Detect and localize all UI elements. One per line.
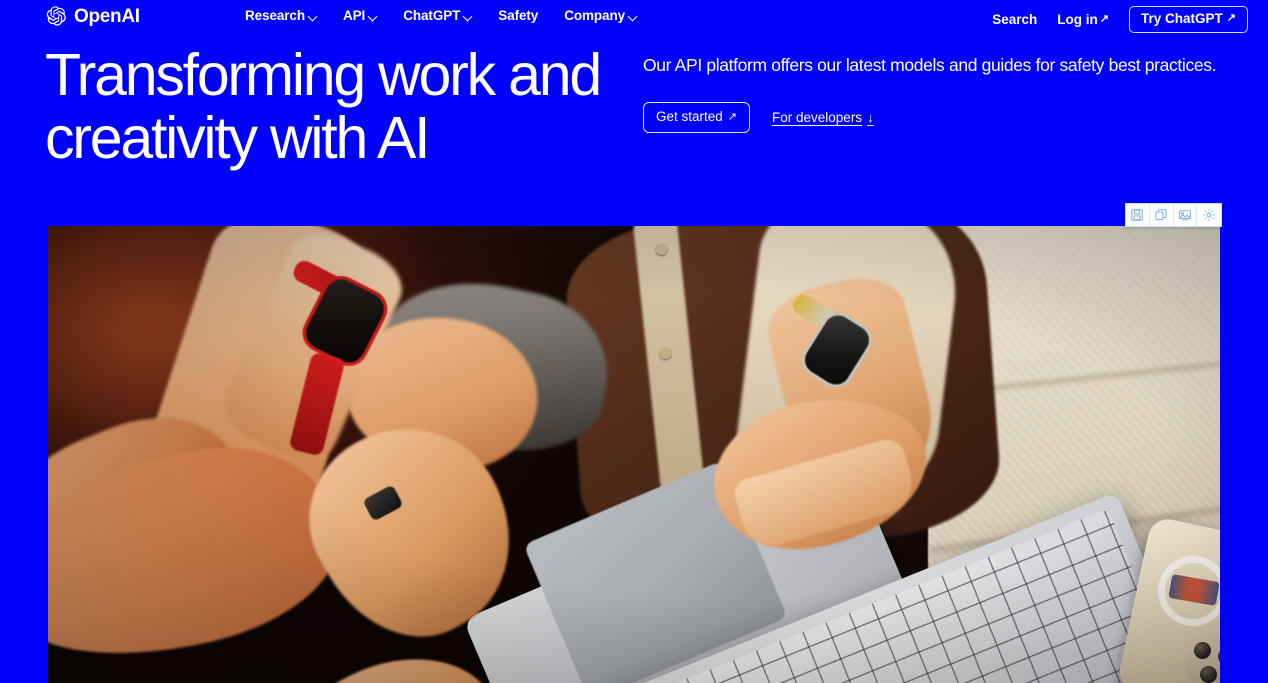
copy-button[interactable] — [1150, 204, 1174, 226]
nav-item-label: Safety — [498, 8, 539, 23]
nav-item-chatgpt[interactable]: ChatGPT — [403, 9, 472, 23]
nav-item-label: Research — [245, 8, 305, 23]
image-button[interactable] — [1174, 204, 1198, 226]
login-label: Log in — [1057, 11, 1098, 27]
photo-shirt-button — [660, 348, 671, 359]
photo-camera-lens — [1200, 666, 1217, 683]
openai-blossom-icon — [45, 5, 67, 27]
settings-icon — [1202, 208, 1216, 222]
hero-copy-block: Our API platform offers our latest model… — [643, 54, 1223, 133]
page-title: Transforming work and creativity with AI — [45, 42, 602, 171]
chevron-down-icon — [308, 12, 317, 21]
for-developers-link[interactable]: For developers ↓ — [772, 111, 874, 125]
nav-item-company[interactable]: Company — [564, 9, 637, 23]
chevron-down-icon — [368, 12, 377, 21]
login-link[interactable]: Log in ↗ — [1057, 11, 1110, 27]
image-icon — [1178, 208, 1192, 222]
save-icon — [1130, 208, 1144, 222]
nav-item-research[interactable]: Research — [245, 9, 317, 23]
for-developers-label: For developers — [772, 109, 863, 125]
nav-item-safety[interactable]: Safety — [498, 9, 538, 23]
arrow-up-right-icon: ↗ — [727, 110, 738, 123]
brand-name: OpenAI — [74, 5, 140, 27]
arrow-up-right-icon: ↗ — [1099, 12, 1110, 25]
hero-subtitle: Our API platform offers our latest model… — [643, 55, 1217, 75]
try-chatgpt-button[interactable]: Try ChatGPT ↗ — [1129, 6, 1248, 33]
image-toolbar — [1125, 203, 1222, 227]
arrow-up-right-icon: ↗ — [1226, 12, 1236, 25]
arrow-down-icon: ↓ — [867, 110, 874, 126]
chevron-down-icon — [463, 12, 472, 21]
nav-item-label: ChatGPT — [403, 8, 461, 23]
nav-item-label: API — [343, 8, 366, 23]
brand-logo-link[interactable]: OpenAI — [45, 5, 140, 27]
copy-icon — [1154, 208, 1168, 222]
site-navigation: OpenAI Research API ChatGPT Safety Compa… — [0, 0, 1268, 34]
utility-nav: Search Log in ↗ Try ChatGPT ↗ — [992, 6, 1248, 33]
get-started-label: Get started — [656, 109, 723, 125]
hero-image — [48, 226, 1220, 683]
nav-item-label: Company — [564, 8, 626, 23]
search-label: Search — [992, 11, 1038, 27]
save-button[interactable] — [1126, 204, 1150, 226]
photo-camera-lens — [1194, 642, 1211, 659]
chevron-down-icon — [628, 12, 637, 21]
settings-button[interactable] — [1197, 204, 1221, 226]
get-started-button[interactable]: Get started ↗ — [643, 102, 751, 133]
photo-shirt-button — [656, 244, 667, 255]
nav-item-api[interactable]: API — [343, 9, 377, 23]
openai-landing-page: OpenAI Research API ChatGPT Safety Compa… — [0, 0, 1268, 683]
search-button[interactable]: Search — [992, 11, 1038, 27]
try-chatgpt-label: Try ChatGPT — [1141, 11, 1223, 26]
primary-nav-items: Research API ChatGPT Safety Company — [245, 9, 637, 23]
hero-actions: Get started ↗ For developers ↓ — [643, 102, 1223, 133]
